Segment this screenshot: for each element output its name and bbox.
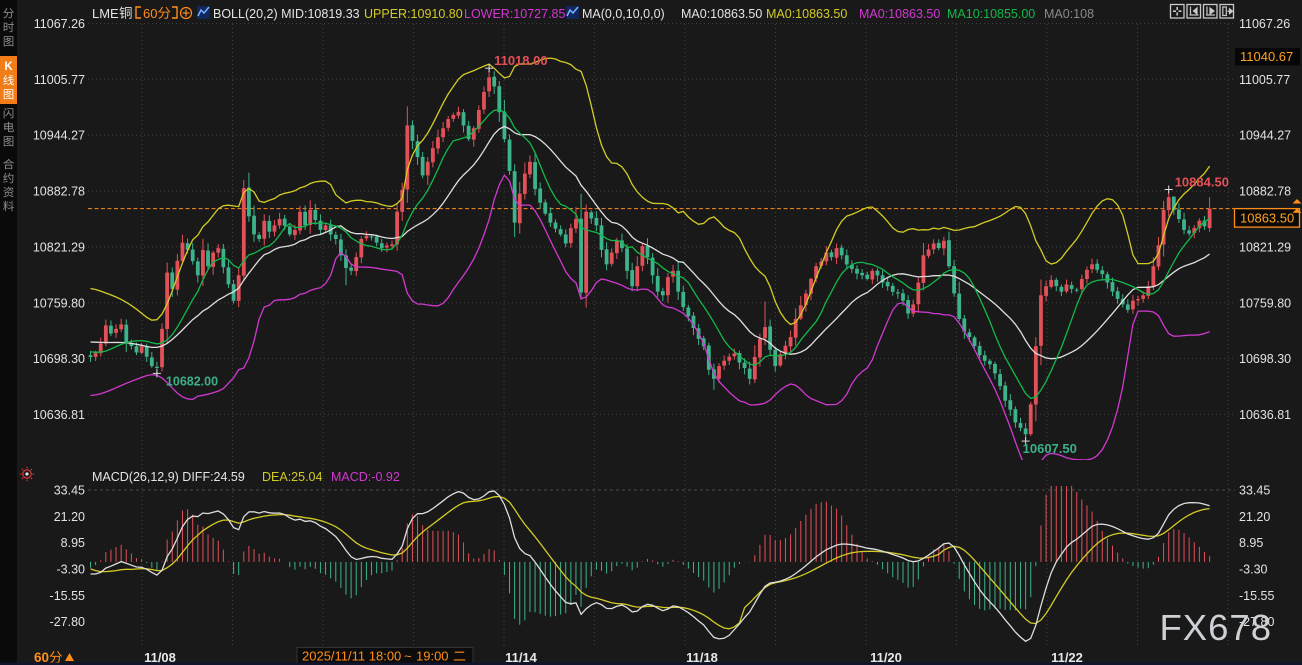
- svg-text:60: 60: [143, 6, 157, 21]
- svg-text:10636.81: 10636.81: [1239, 408, 1291, 422]
- svg-text:8.95: 8.95: [1239, 536, 1263, 550]
- svg-text:MA0:108: MA0:108: [1044, 7, 1094, 21]
- svg-text:-3.30: -3.30: [1239, 563, 1268, 577]
- svg-text:BOLL(20,2) MID:10819.33: BOLL(20,2) MID:10819.33: [213, 7, 360, 21]
- svg-text:10884.50: 10884.50: [1175, 174, 1229, 189]
- svg-text:10682.00: 10682.00: [166, 374, 218, 388]
- svg-text:10607.50: 10607.50: [1023, 441, 1077, 456]
- svg-text:10821.29: 10821.29: [33, 240, 85, 254]
- svg-text:10698.30: 10698.30: [1239, 352, 1291, 366]
- svg-text:11067.26: 11067.26: [34, 17, 85, 31]
- svg-text:10882.78: 10882.78: [33, 185, 85, 199]
- svg-text:8.95: 8.95: [61, 536, 85, 550]
- svg-text:-3.30: -3.30: [57, 563, 86, 577]
- svg-text:10944.27: 10944.27: [33, 129, 85, 143]
- svg-text:11067.26: 11067.26: [1239, 17, 1290, 31]
- svg-text:UPPER:10910.80: UPPER:10910.80: [364, 7, 463, 21]
- svg-text:11018.00: 11018.00: [494, 53, 548, 68]
- svg-text:2025/11/11 18:00: 2025/11/11 18:00: [302, 649, 401, 664]
- svg-text:FX678: FX678: [1159, 607, 1272, 648]
- svg-text:MA0:10863.50: MA0:10863.50: [681, 7, 762, 21]
- svg-text:19:00: 19:00: [416, 649, 449, 664]
- svg-text:10759.80: 10759.80: [1239, 296, 1291, 310]
- svg-text:10821.29: 10821.29: [1239, 240, 1291, 254]
- svg-text:10863.50: 10863.50: [1240, 211, 1294, 226]
- svg-text:-15.55: -15.55: [50, 589, 85, 603]
- svg-text:11040.67: 11040.67: [1240, 49, 1293, 64]
- svg-text:10698.30: 10698.30: [33, 352, 85, 366]
- svg-text:DEA:25.04: DEA:25.04: [262, 470, 323, 484]
- svg-text:10759.80: 10759.80: [33, 296, 85, 310]
- svg-text:21.20: 21.20: [1239, 510, 1270, 524]
- svg-text:33.45: 33.45: [1239, 484, 1270, 498]
- svg-text:MA0:10863.50: MA0:10863.50: [859, 7, 940, 21]
- svg-text:MA(0,0,10,0,0): MA(0,0,10,0,0): [582, 7, 665, 21]
- svg-text:-27.80: -27.80: [50, 615, 85, 629]
- svg-text:33.45: 33.45: [54, 484, 85, 498]
- svg-text:MACD(26,12,9) DIFF:24.59: MACD(26,12,9) DIFF:24.59: [92, 470, 245, 484]
- svg-text:LOWER:10727.85: LOWER:10727.85: [464, 7, 565, 21]
- svg-text:~: ~: [404, 649, 412, 664]
- svg-text:11005.77: 11005.77: [34, 73, 85, 87]
- svg-text:MA10:10855.00: MA10:10855.00: [947, 7, 1035, 21]
- svg-text:11005.77: 11005.77: [1239, 73, 1290, 87]
- svg-text:LME: LME: [92, 6, 119, 21]
- svg-text:10636.81: 10636.81: [33, 408, 85, 422]
- svg-text:MA0:10863.50: MA0:10863.50: [766, 7, 847, 21]
- svg-text:-15.55: -15.55: [1239, 589, 1274, 603]
- svg-text:10944.27: 10944.27: [1239, 129, 1291, 143]
- svg-text:21.20: 21.20: [54, 510, 85, 524]
- svg-text:MACD:-0.92: MACD:-0.92: [331, 470, 400, 484]
- svg-text:K: K: [4, 61, 13, 73]
- svg-text:10882.78: 10882.78: [1239, 185, 1291, 199]
